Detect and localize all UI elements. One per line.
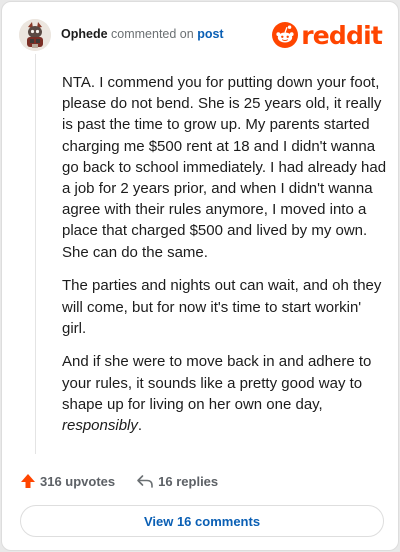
reddit-logo[interactable]: reddit — [272, 20, 383, 50]
avatar-icon — [19, 19, 51, 51]
comment-paragraph-1: NTA. I commend you for putting down your… — [62, 74, 387, 261]
paragraph-3-text: And if she were to move back in and adhe… — [62, 353, 372, 413]
byline: Ophede commented on post — [61, 27, 224, 41]
thread-line — [35, 54, 36, 454]
reply-arrow-icon — [137, 475, 153, 488]
upvote-arrow-icon — [21, 474, 35, 488]
paragraph-3-emphasis: responsibly — [62, 417, 138, 435]
upvote-button[interactable]: 316 upvotes — [20, 473, 115, 489]
comment-actions: 316 upvotes 16 replies — [20, 470, 218, 492]
upvote-count: 316 upvotes — [40, 473, 116, 489]
username-link[interactable]: Ophede — [61, 27, 108, 41]
comment-paragraph-2: The parties and nights out can wait, and… — [62, 277, 382, 337]
paragraph-3-end: . — [137, 417, 143, 435]
comment-card: Ophede commented on post reddit NTA. I c… — [1, 1, 399, 551]
comment-header: Ophede commented on post reddit — [19, 16, 383, 54]
snoo-icon — [272, 22, 299, 48]
byline-action-text: commented on — [111, 27, 194, 41]
reddit-wordmark: reddit — [301, 20, 383, 50]
reply-count: 16 replies — [158, 473, 219, 489]
comment-paragraph-3: And if she were to move back in and adhe… — [62, 351, 388, 436]
user-avatar[interactable] — [19, 19, 51, 51]
comment-body: NTA. I commend you for putting down your… — [62, 72, 388, 449]
replies-button[interactable]: 16 replies — [136, 474, 218, 489]
view-comments-button[interactable]: View 16 comments — [20, 505, 384, 537]
post-link[interactable]: post — [197, 27, 223, 41]
